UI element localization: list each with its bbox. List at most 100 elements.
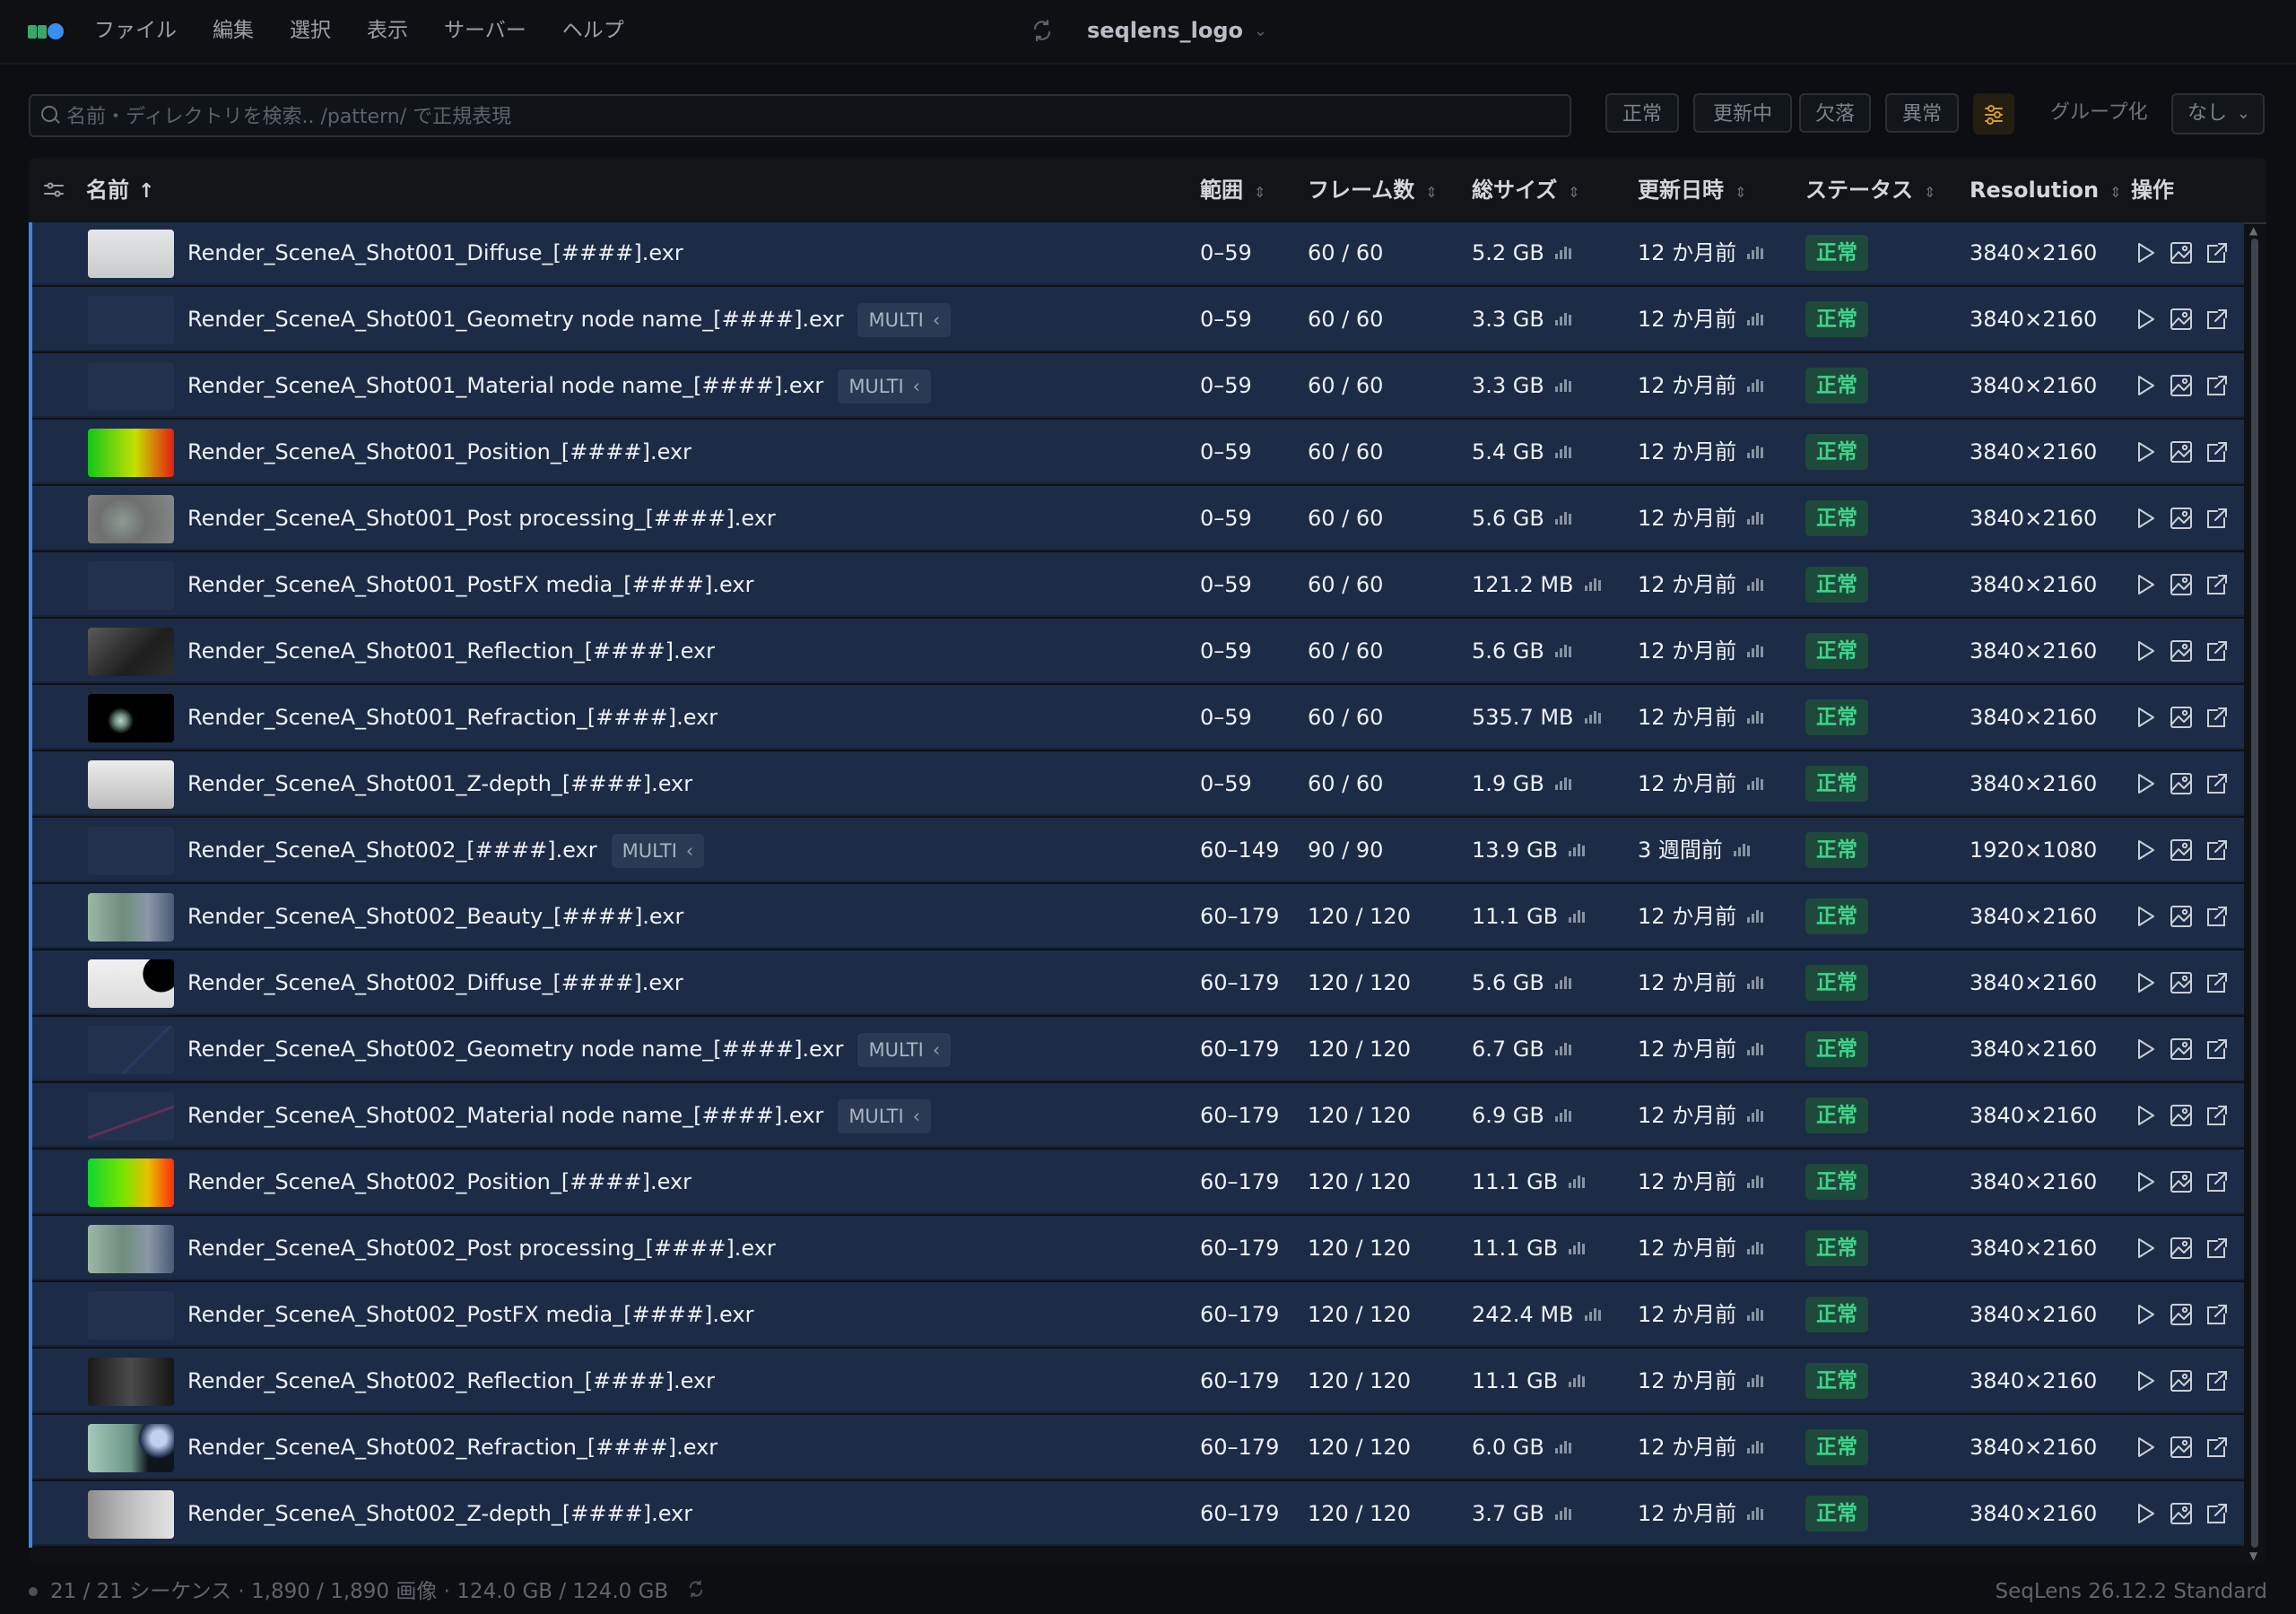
image-icon[interactable]: [2169, 1236, 2194, 1261]
table-row[interactable]: Render_SceneA_Shot001_Refraction_[####].…: [29, 685, 2244, 751]
open-external-icon[interactable]: [2205, 373, 2230, 398]
image-icon[interactable]: [2169, 1435, 2194, 1460]
group-by-select[interactable]: なし ⌄: [2171, 93, 2265, 134]
sequence-thumbnail[interactable]: [88, 1358, 174, 1406]
menu-select[interactable]: 選択: [290, 16, 331, 45]
play-icon[interactable]: [2133, 638, 2158, 664]
image-icon[interactable]: [2169, 1302, 2194, 1327]
menu-edit[interactable]: 編集: [213, 16, 254, 45]
image-icon[interactable]: [2169, 1169, 2194, 1194]
play-icon[interactable]: [2133, 307, 2158, 332]
open-external-icon[interactable]: [2205, 240, 2230, 265]
image-icon[interactable]: [2169, 970, 2194, 995]
column-header-range[interactable]: 範囲 ⇕: [1200, 158, 1265, 222]
sequence-thumbnail[interactable]: [88, 296, 174, 344]
play-icon[interactable]: [2133, 904, 2158, 929]
column-header-size[interactable]: 総サイズ ⇕: [1472, 158, 1580, 222]
image-icon[interactable]: [2169, 638, 2194, 664]
table-row[interactable]: Render_SceneA_Shot002_Beauty_[####].exr …: [29, 884, 2244, 950]
filter-error[interactable]: 異常: [1885, 93, 1959, 133]
table-row[interactable]: Render_SceneA_Shot002_Post processing_[#…: [29, 1216, 2244, 1282]
image-icon[interactable]: [2169, 771, 2194, 796]
sequence-thumbnail[interactable]: [88, 1490, 174, 1539]
sequence-thumbnail[interactable]: [88, 893, 174, 941]
table-row[interactable]: Render_SceneA_Shot002_Geometry node name…: [29, 1017, 2244, 1083]
play-icon[interactable]: [2133, 1302, 2158, 1327]
multi-badge[interactable]: MULTI ‹: [838, 369, 932, 404]
menu-view[interactable]: 表示: [367, 16, 408, 45]
column-header-modified[interactable]: 更新日時 ⇕: [1638, 158, 1746, 222]
sequence-thumbnail[interactable]: [88, 1092, 174, 1141]
play-icon[interactable]: [2133, 373, 2158, 398]
refresh-icon[interactable]: [686, 1577, 706, 1608]
image-icon[interactable]: [2169, 307, 2194, 332]
table-row[interactable]: Render_SceneA_Shot001_Reflection_[####].…: [29, 619, 2244, 685]
open-external-icon[interactable]: [2205, 970, 2230, 995]
filter-missing[interactable]: 欠落: [1799, 93, 1871, 133]
column-header-status[interactable]: ステータス ⇕: [1805, 158, 1935, 222]
image-icon[interactable]: [2169, 1037, 2194, 1062]
sequence-thumbnail[interactable]: [88, 495, 174, 543]
play-icon[interactable]: [2133, 1501, 2158, 1526]
play-icon[interactable]: [2133, 1103, 2158, 1128]
image-icon[interactable]: [2169, 439, 2194, 464]
image-icon[interactable]: [2169, 240, 2194, 265]
image-icon[interactable]: [2169, 1103, 2194, 1128]
play-icon[interactable]: [2133, 970, 2158, 995]
multi-badge[interactable]: MULTI ‹: [838, 1099, 932, 1133]
play-icon[interactable]: [2133, 506, 2158, 531]
sequence-thumbnail[interactable]: [88, 362, 174, 411]
sequence-thumbnail[interactable]: [88, 760, 174, 809]
column-header-name[interactable]: 名前 ↑: [86, 158, 154, 222]
sync-icon[interactable]: [1030, 18, 1055, 43]
open-external-icon[interactable]: [2205, 1169, 2230, 1194]
image-icon[interactable]: [2169, 373, 2194, 398]
column-settings-icon[interactable]: [43, 181, 65, 199]
image-icon[interactable]: [2169, 572, 2194, 597]
open-external-icon[interactable]: [2205, 506, 2230, 531]
table-row[interactable]: Render_SceneA_Shot001_Material node name…: [29, 353, 2244, 420]
multi-badge[interactable]: MULTI ‹: [857, 1033, 952, 1067]
filter-settings-icon[interactable]: [1973, 93, 2014, 134]
image-icon[interactable]: [2169, 1368, 2194, 1393]
table-row[interactable]: Render_SceneA_Shot002_[####].exr MULTI ‹ 6…: [29, 818, 2244, 884]
sequence-thumbnail[interactable]: [88, 429, 174, 477]
sequence-thumbnail[interactable]: [88, 561, 174, 610]
play-icon[interactable]: [2133, 1169, 2158, 1194]
table-row[interactable]: Render_SceneA_Shot002_Position_[####].ex…: [29, 1150, 2244, 1216]
column-header-resolution[interactable]: Resolution ⇕: [1970, 158, 2122, 222]
open-external-icon[interactable]: [2205, 705, 2230, 730]
open-external-icon[interactable]: [2205, 307, 2230, 332]
open-external-icon[interactable]: [2205, 1501, 2230, 1526]
chevron-down-icon[interactable]: ⌄: [1254, 22, 1267, 40]
sequence-thumbnail[interactable]: [88, 694, 174, 742]
sequence-thumbnail[interactable]: [88, 1225, 174, 1273]
open-external-icon[interactable]: [2205, 638, 2230, 664]
multi-badge[interactable]: MULTI ‹: [857, 303, 952, 337]
menu-server[interactable]: サーバー: [444, 16, 526, 45]
menu-help[interactable]: ヘルプ: [562, 16, 624, 45]
sequence-thumbnail[interactable]: [88, 1026, 174, 1074]
image-icon[interactable]: [2169, 705, 2194, 730]
open-external-icon[interactable]: [2205, 1236, 2230, 1261]
menu-file[interactable]: ファイル: [94, 16, 177, 45]
filter-updating[interactable]: 更新中: [1693, 93, 1792, 133]
play-icon[interactable]: [2133, 1368, 2158, 1393]
open-external-icon[interactable]: [2205, 904, 2230, 929]
play-icon[interactable]: [2133, 705, 2158, 730]
table-row[interactable]: Render_SceneA_Shot002_Diffuse_[####].exr…: [29, 950, 2244, 1017]
play-icon[interactable]: [2133, 771, 2158, 796]
open-external-icon[interactable]: [2205, 771, 2230, 796]
table-row[interactable]: Render_SceneA_Shot002_PostFX media_[####…: [29, 1282, 2244, 1349]
table-row[interactable]: Render_SceneA_Shot002_Reflection_[####].…: [29, 1349, 2244, 1415]
table-row[interactable]: Render_SceneA_Shot001_PostFX media_[####…: [29, 552, 2244, 619]
image-icon[interactable]: [2169, 904, 2194, 929]
column-header-frames[interactable]: フレーム数 ⇕: [1308, 158, 1438, 222]
play-icon[interactable]: [2133, 240, 2158, 265]
table-row[interactable]: Render_SceneA_Shot001_Diffuse_[####].exr…: [29, 222, 2244, 287]
open-external-icon[interactable]: [2205, 1302, 2230, 1327]
scroll-up-icon[interactable]: ▲: [2249, 224, 2257, 237]
sequence-thumbnail[interactable]: [88, 1291, 174, 1340]
table-row[interactable]: Render_SceneA_Shot001_Geometry node name…: [29, 287, 2244, 353]
sequence-thumbnail[interactable]: [88, 959, 174, 1008]
